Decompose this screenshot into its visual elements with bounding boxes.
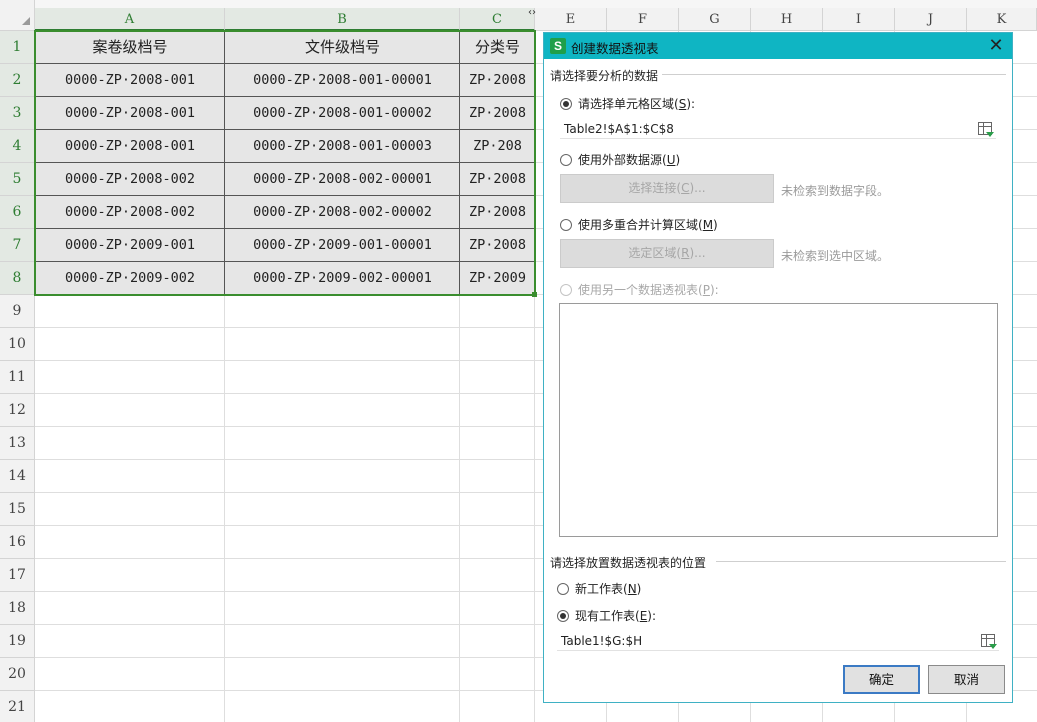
column-header-b[interactable]: B bbox=[225, 8, 460, 31]
radio-label: 使用外部数据源(U) bbox=[578, 153, 681, 167]
create-pivot-table-dialog: S 创建数据透视表 ✕ 请选择要分析的数据 请选择单元格区域(S): Table… bbox=[543, 32, 1013, 703]
row-header-20[interactable]: 20 bbox=[0, 658, 35, 691]
app-logo-icon: S bbox=[550, 38, 566, 54]
row-header-13[interactable]: 13 bbox=[0, 427, 35, 460]
row-header-19[interactable]: 19 bbox=[0, 625, 35, 658]
radio-option-cell-range[interactable]: 请选择单元格区域(S): bbox=[560, 95, 695, 112]
radio-label: 使用另一个数据透视表(P): bbox=[578, 283, 719, 297]
range-select-icon[interactable] bbox=[978, 122, 994, 137]
pivot-table-list[interactable] bbox=[559, 303, 998, 537]
row-header-2[interactable]: 2 bbox=[0, 64, 35, 97]
column-header-f[interactable]: F bbox=[607, 8, 679, 31]
row-header-1[interactable]: 1 bbox=[0, 31, 35, 64]
row-header-6[interactable]: 6 bbox=[0, 196, 35, 229]
radio-option-external-source[interactable]: 使用外部数据源(U) bbox=[560, 151, 680, 168]
radio-option-new-sheet[interactable]: 新工作表(N) bbox=[557, 580, 641, 597]
sheet-top-band bbox=[0, 0, 1037, 8]
select-all-corner[interactable] bbox=[0, 0, 35, 31]
radio-button[interactable] bbox=[560, 218, 572, 231]
column-resize-icon[interactable]: ‹› bbox=[528, 7, 536, 18]
radio-label: 使用多重合并计算区域(M) bbox=[578, 218, 718, 232]
section-location-label: 请选择放置数据透视表的位置 bbox=[550, 556, 707, 570]
radio-label: 新工作表(N) bbox=[575, 582, 642, 596]
column-header-g[interactable]: G bbox=[679, 8, 751, 31]
radio-option-another-pivot: 使用另一个数据透视表(P): bbox=[560, 281, 719, 298]
location-range-input[interactable]: Table1!$G:$H bbox=[557, 631, 999, 651]
dialog-titlebar[interactable]: S 创建数据透视表 ✕ bbox=[544, 33, 1012, 59]
section-divider bbox=[662, 74, 1006, 75]
column-header-j[interactable]: J bbox=[895, 8, 967, 31]
column-header-i[interactable]: I bbox=[823, 8, 895, 31]
radio-option-existing-sheet[interactable]: 现有工作表(E): bbox=[557, 607, 656, 624]
row-header-12[interactable]: 12 bbox=[0, 394, 35, 427]
row-header-7[interactable]: 7 bbox=[0, 229, 35, 262]
close-icon[interactable]: ✕ bbox=[986, 36, 1006, 56]
row-header-16[interactable]: 16 bbox=[0, 526, 35, 559]
column-header-k[interactable]: K bbox=[967, 8, 1037, 31]
row-header-4[interactable]: 4 bbox=[0, 130, 35, 163]
radio-button[interactable] bbox=[560, 153, 572, 166]
row-header-8[interactable]: 8 bbox=[0, 262, 35, 295]
location-range-value: Table1!$G:$H bbox=[561, 634, 643, 648]
source-range-value: Table2!$A$1:$C$8 bbox=[564, 122, 674, 136]
section-source-label: 请选择要分析的数据 bbox=[550, 69, 659, 83]
connection-hint-text: 未检索到数据字段。 bbox=[781, 184, 890, 198]
radio-button[interactable] bbox=[557, 609, 569, 622]
selection-border bbox=[34, 30, 536, 296]
column-header-c[interactable]: C bbox=[460, 8, 535, 31]
source-range-input[interactable]: Table2!$A$1:$C$8 bbox=[560, 119, 996, 139]
column-header-a[interactable]: A bbox=[35, 8, 225, 31]
range-select-icon[interactable] bbox=[981, 634, 997, 649]
radio-label: 请选择单元格区域(S): bbox=[578, 97, 696, 111]
ok-button[interactable]: 确定 bbox=[843, 665, 920, 694]
section-divider bbox=[716, 561, 1006, 562]
row-header-5[interactable]: 5 bbox=[0, 163, 35, 196]
radio-button[interactable] bbox=[557, 582, 569, 595]
row-header-14[interactable]: 14 bbox=[0, 460, 35, 493]
row-header-15[interactable]: 15 bbox=[0, 493, 35, 526]
column-header-e[interactable]: E bbox=[535, 8, 607, 31]
radio-label: 现有工作表(E): bbox=[575, 609, 657, 623]
select-region-button: 选定区域(R)... bbox=[560, 239, 774, 268]
row-header-21[interactable]: 21 bbox=[0, 691, 35, 722]
fill-handle[interactable] bbox=[532, 292, 537, 297]
radio-option-multiple-ranges[interactable]: 使用多重合并计算区域(M) bbox=[560, 216, 718, 233]
select-all-triangle-icon bbox=[22, 17, 30, 25]
row-header-10[interactable]: 10 bbox=[0, 328, 35, 361]
row-header-9[interactable]: 9 bbox=[0, 295, 35, 328]
row-header-11[interactable]: 11 bbox=[0, 361, 35, 394]
region-hint-text: 未检索到选中区域。 bbox=[781, 249, 890, 263]
row-header-17[interactable]: 17 bbox=[0, 559, 35, 592]
choose-connection-button: 选择连接(C)... bbox=[560, 174, 774, 203]
radio-button bbox=[560, 283, 572, 296]
cancel-button[interactable]: 取消 bbox=[928, 665, 1005, 694]
row-header-18[interactable]: 18 bbox=[0, 592, 35, 625]
row-header-3[interactable]: 3 bbox=[0, 97, 35, 130]
radio-button[interactable] bbox=[560, 97, 572, 110]
dialog-title: 创建数据透视表 bbox=[571, 41, 659, 56]
column-header-h[interactable]: H bbox=[751, 8, 823, 31]
